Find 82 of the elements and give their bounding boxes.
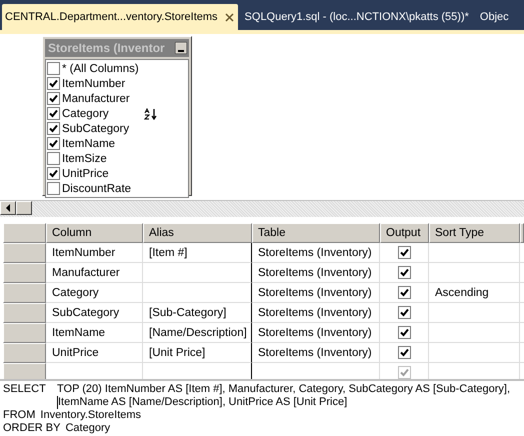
check-icon <box>400 308 408 317</box>
close-icon[interactable] <box>224 12 234 22</box>
column-checkbox[interactable] <box>47 167 60 180</box>
column-checkbox[interactable] <box>47 152 60 165</box>
row-selector[interactable] <box>3 283 46 303</box>
output-checkbox[interactable] <box>398 286 410 299</box>
column-checkbox[interactable] <box>47 107 60 120</box>
table-cell[interactable]: Category <box>46 283 143 303</box>
column-name: ItemSize <box>62 152 108 164</box>
table-cell[interactable]: StoreItems (Inventory) <box>252 283 380 303</box>
column-name: Category <box>62 108 110 120</box>
column-checkbox[interactable] <box>47 62 60 75</box>
output-checkbox[interactable] <box>398 266 410 279</box>
row-selector[interactable] <box>3 363 46 379</box>
document-tab[interactable]: CENTRAL.Department...ventory.StoreItems <box>2 4 238 30</box>
output-checkbox[interactable] <box>398 246 410 259</box>
table-cell[interactable]: [Name/Description] <box>143 323 252 343</box>
table-cell[interactable]: StoreItems (Inventory) <box>252 303 380 323</box>
column-name: Manufacturer <box>62 92 131 104</box>
scroll-thumb[interactable] <box>16 201 32 215</box>
check-icon <box>400 268 408 277</box>
document-tab[interactable]: SQLQuery1.sql - (loc...NCTIONX\pkatts (55))* <box>242 6 473 28</box>
column-name: UnitPrice <box>62 168 110 180</box>
table-cell[interactable] <box>143 263 252 283</box>
table-cell[interactable] <box>143 283 252 303</box>
check-icon <box>400 328 408 337</box>
table-cell[interactable]: Ascending <box>429 283 520 303</box>
check-icon <box>400 368 408 377</box>
sql-keyword: FROM <box>3 409 36 422</box>
sql-text: Category <box>65 422 110 435</box>
table-cell[interactable]: ItemNumber <box>46 243 143 263</box>
column-header[interactable]: Output <box>380 223 429 243</box>
table-window[interactable]: StoreItems (Inventor * (All Columns) ItemNumber Manufacturer Category SubCategory ItemName ItemSize UnitPrice DiscountRate <box>42 36 192 196</box>
sql-keyword: SELECT <box>3 383 47 396</box>
table-cell[interactable]: StoreItems (Inventory) <box>252 243 380 263</box>
column-checkbox[interactable] <box>47 122 60 135</box>
row-selector[interactable] <box>3 343 46 363</box>
row-selector[interactable] <box>3 263 46 283</box>
sql-keyword: ORDER BY <box>3 422 60 435</box>
horizontal-scrollbar[interactable] <box>0 200 524 217</box>
row-selector[interactable] <box>3 303 46 323</box>
check-icon <box>49 169 58 178</box>
column-header[interactable]: Alias <box>143 223 252 243</box>
column-name: DiscountRate <box>62 182 132 194</box>
row-selector[interactable] <box>3 323 46 343</box>
sql-text: ItemName AS [Name/Description], UnitPrice AS [Unit Price] <box>58 396 348 409</box>
column-checkbox[interactable] <box>47 92 60 105</box>
column-name: ItemNumber <box>62 78 126 90</box>
table-cell[interactable]: SubCategory <box>46 303 143 323</box>
table-cell[interactable]: StoreItems (Inventory) <box>252 263 380 283</box>
table-cell[interactable]: [Item #] <box>143 243 252 263</box>
table-title: StoreItems (Inventor <box>48 41 165 55</box>
output-checkbox[interactable] <box>398 326 410 339</box>
table-cell[interactable]: UnitPrice <box>46 343 143 363</box>
column-header[interactable]: Sort Type <box>429 223 520 243</box>
column-name: SubCategory <box>62 122 130 134</box>
scroll-left-button[interactable] <box>0 201 16 215</box>
minimize-icon[interactable] <box>175 42 187 54</box>
check-icon <box>400 288 408 297</box>
column-name: * (All Columns) <box>62 62 140 74</box>
sql-text: Inventory.StoreItems <box>40 409 142 422</box>
table-cell[interactable]: Manufacturer <box>46 263 143 283</box>
document-tab[interactable]: Objec <box>476 6 513 28</box>
check-icon <box>400 348 408 357</box>
output-checkbox[interactable] <box>398 346 410 359</box>
column-header[interactable]: Table <box>252 223 380 243</box>
column-checkbox[interactable] <box>47 182 60 195</box>
column-header[interactable]: Column <box>46 223 143 243</box>
table-cell[interactable]: StoreItems (Inventory) <box>252 343 380 363</box>
left-arrow-icon <box>6 204 10 212</box>
column-name: ItemName <box>62 138 116 150</box>
output-checkbox[interactable] <box>398 306 410 319</box>
column-checkbox[interactable] <box>47 137 60 150</box>
table-cell[interactable]: ItemName <box>46 323 143 343</box>
row-selector[interactable] <box>3 243 46 263</box>
sql-text: TOP (20) ItemNumber AS [Item #], Manufacturer, Category, SubCategory AS [Sub-Category], <box>57 383 510 396</box>
column-checkbox[interactable] <box>47 77 60 90</box>
table-cell[interactable]: [Sub-Category] <box>143 303 252 323</box>
table-cell[interactable]: [Unit Price] <box>143 343 252 363</box>
sql-pane[interactable]: SELECT TOP (20) ItemNumber AS [Item #], Manufacturer, Category, SubCategory AS [Sub-Category], ItemName AS [Name/Description], UnitPrice AS [Unit Price] FROM Inventory.StoreItems ORDER BY Category <box>0 379 524 436</box>
check-icon <box>400 248 408 257</box>
table-cell[interactable]: StoreItems (Inventory) <box>252 323 380 343</box>
